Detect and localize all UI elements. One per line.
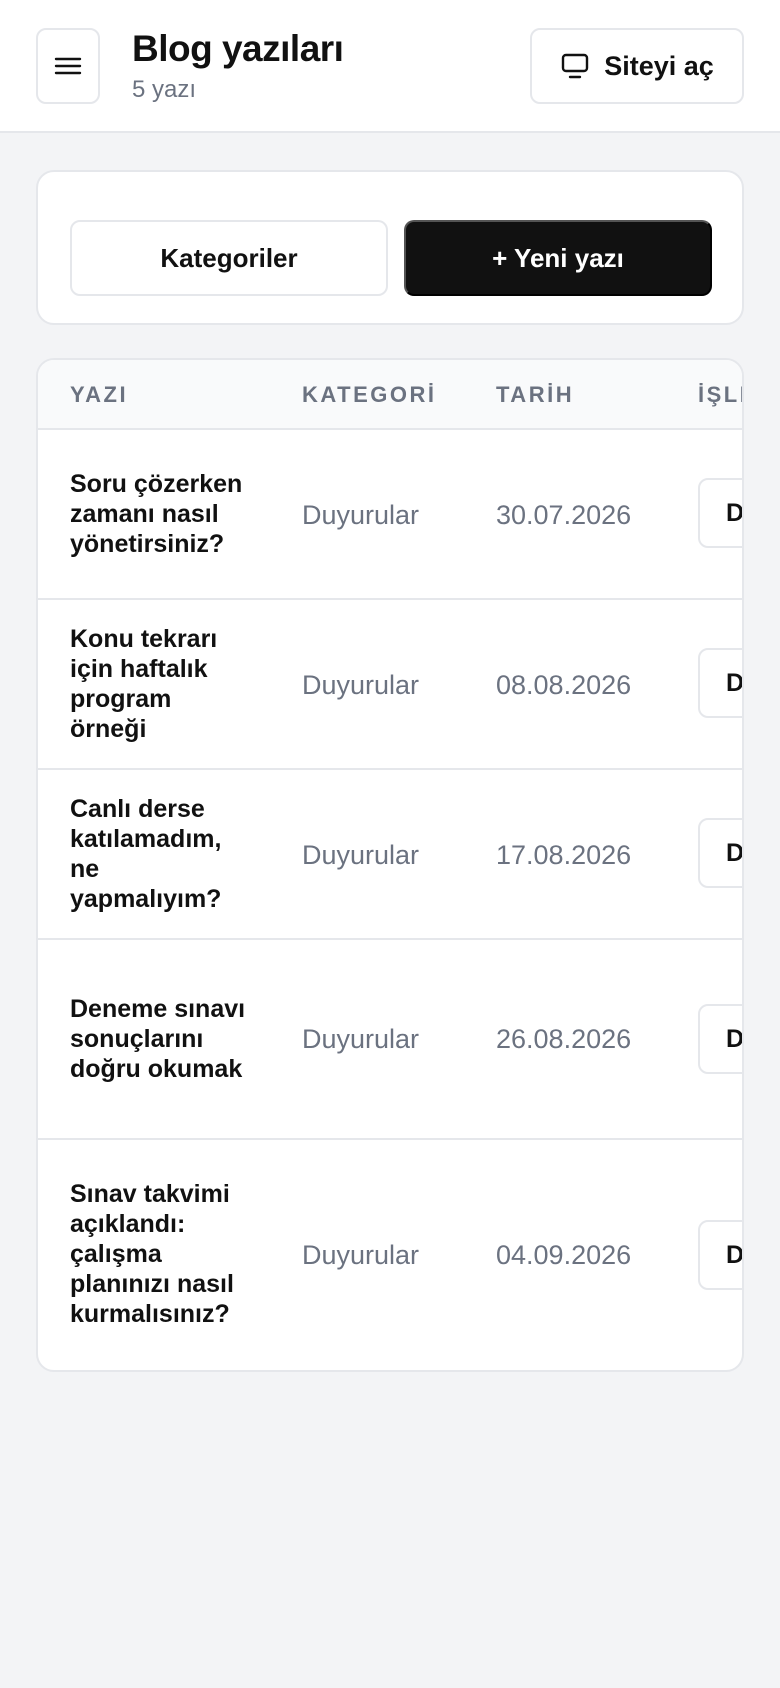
post-title[interactable]: Sınav takvimi açıklandı: çalışma planını… <box>70 1162 246 1346</box>
post-date: 30.07.2026 <box>496 500 632 530</box>
new-post-button[interactable]: + Yeni yazı <box>404 220 712 296</box>
edit-post-button[interactable]: Düzenle <box>698 818 742 888</box>
post-title[interactable]: Konu tekrarı için haftalık program örneğ… <box>70 622 246 746</box>
post-date: 26.08.2026 <box>496 1024 632 1054</box>
table-row: Canlı derse katılamadım, ne yapmalıyım? … <box>38 770 742 940</box>
edit-post-button[interactable]: Düzenle <box>698 478 742 548</box>
edit-post-button[interactable]: Düzenle <box>698 648 742 718</box>
column-header-post: YAZI <box>70 382 129 407</box>
menu-button[interactable] <box>36 28 100 104</box>
post-date: 17.08.2026 <box>496 840 632 870</box>
post-category: Duyurular <box>302 1240 420 1270</box>
actions-card: Kategoriler + Yeni yazı <box>36 170 744 325</box>
column-header-date: TARİH <box>496 382 575 407</box>
table-row: Sınav takvimi açıklandı: çalışma planını… <box>38 1140 742 1370</box>
edit-post-button[interactable]: Düzenle <box>698 1220 742 1290</box>
table-header: YAZI KATEGORİ TARİH İŞLEM <box>38 360 742 430</box>
post-category: Duyurular <box>302 1024 420 1054</box>
table-row: Deneme sınavı sonuçlarını doğru okumak D… <box>38 940 742 1140</box>
post-count: 5 yazı <box>132 76 197 103</box>
table-row: Konu tekrarı için haftalık program örneğ… <box>38 600 742 770</box>
post-title[interactable]: Canlı derse katılamadım, ne yapmalıyım? <box>70 792 246 916</box>
column-header-actions: İŞLEM <box>698 382 742 407</box>
table-row: Soru çözerken zamanı nasıl yönetirsiniz?… <box>38 430 742 600</box>
open-site-label: Siteyi aç <box>604 50 714 81</box>
posts-table: YAZI KATEGORİ TARİH İŞLEM Soru çözerken … <box>36 358 744 1372</box>
post-date: 08.08.2026 <box>496 670 632 700</box>
post-category: Duyurular <box>302 840 420 870</box>
post-category: Duyurular <box>302 670 420 700</box>
post-title[interactable]: Deneme sınavı sonuçlarını doğru okumak <box>70 962 246 1116</box>
post-date: 04.09.2026 <box>496 1240 632 1270</box>
hamburger-menu-icon <box>54 57 82 75</box>
top-bar: Blog yazıları 5 yazı Siteyi aç <box>0 0 780 133</box>
categories-button[interactable]: Kategoriler <box>70 220 388 296</box>
post-category: Duyurular <box>302 500 420 530</box>
open-site-button[interactable]: Siteyi aç <box>530 28 744 104</box>
edit-post-button[interactable]: Düzenle <box>698 1004 742 1074</box>
post-title[interactable]: Soru çözerken zamanı nasıl yönetirsiniz? <box>70 452 246 576</box>
monitor-icon <box>562 53 589 79</box>
page-title: Blog yazıları <box>132 28 344 69</box>
column-header-category: KATEGORİ <box>302 382 437 407</box>
